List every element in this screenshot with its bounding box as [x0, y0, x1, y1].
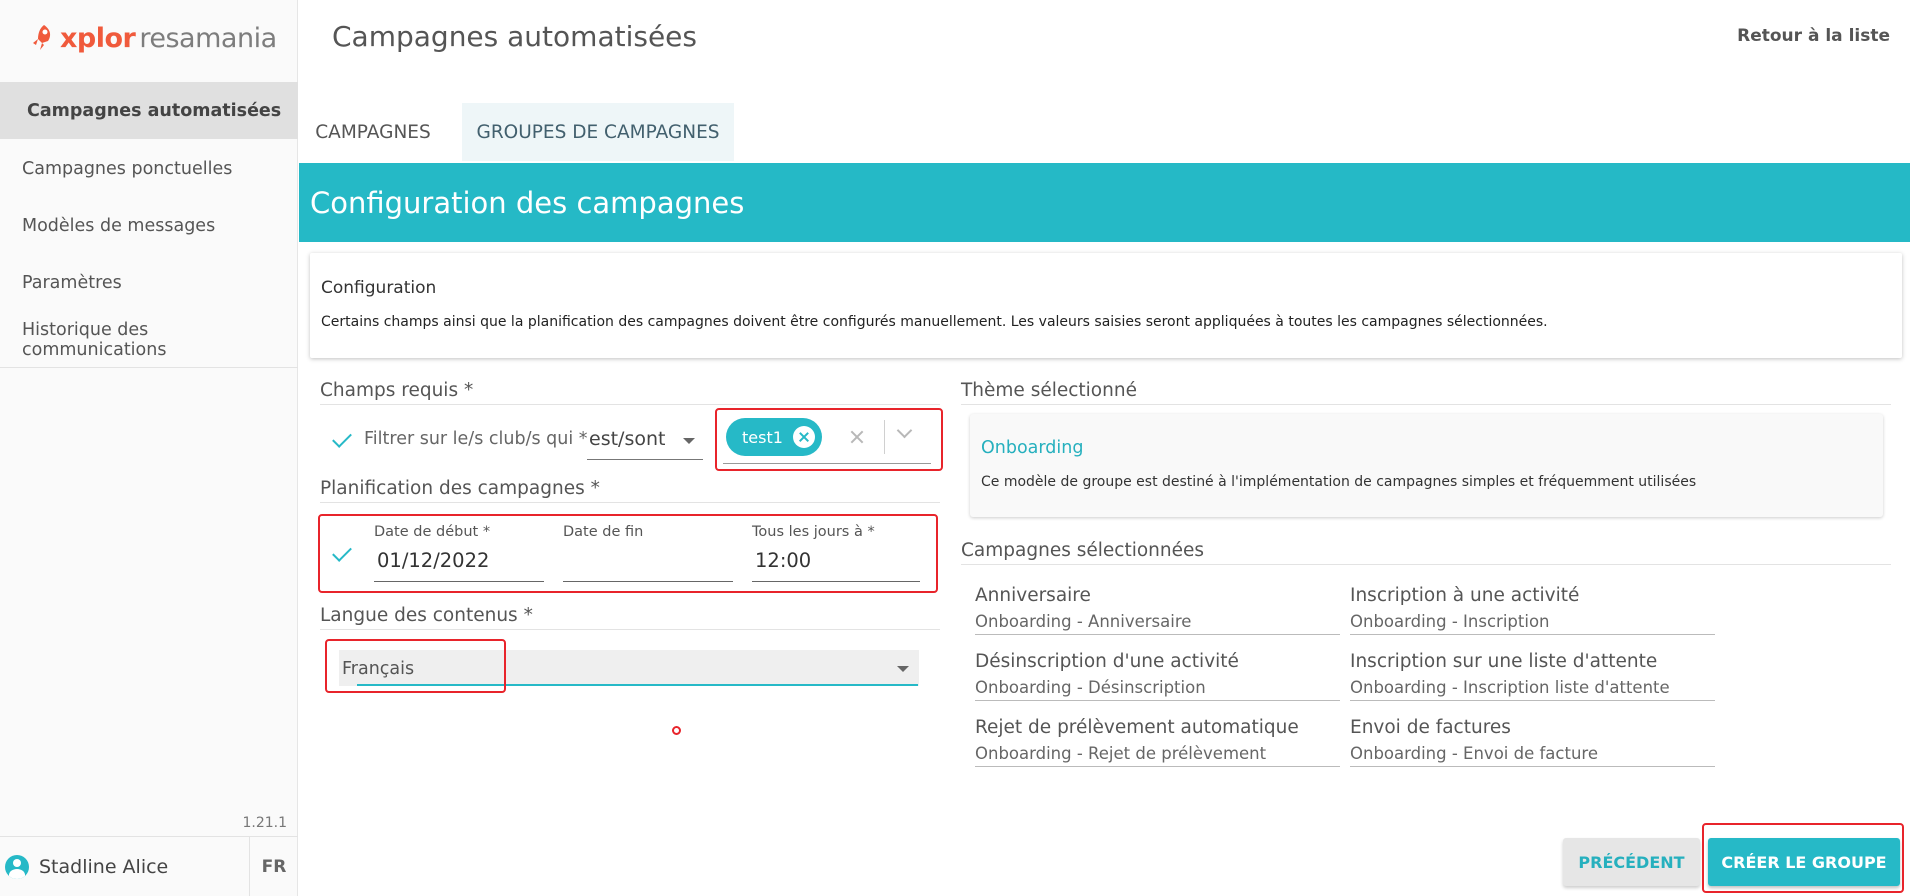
end-date-label: Date de fin: [563, 524, 644, 540]
campaign-item: Désinscription d'une activité Onboarding…: [975, 651, 1340, 701]
content-language-heading: Langue des contenus *: [320, 605, 533, 626]
page-title: Campagnes automatisées: [332, 20, 697, 53]
start-date-underline: [374, 581, 544, 582]
club-select-separator: [884, 420, 885, 454]
club-filter-label: Filtrer sur le/s club/s qui *: [364, 429, 588, 449]
language-switch[interactable]: FR: [250, 857, 298, 877]
sidebar-item-modeles-messages[interactable]: Modèles de messages: [0, 197, 298, 254]
campaign-item: Inscription à une activité Onboarding - …: [1350, 585, 1715, 635]
campaign-template: Onboarding - Envoi de facture: [1350, 744, 1598, 763]
configuration-card: Configuration Certains champs ainsi que …: [310, 253, 1902, 358]
theme-divider: [961, 404, 1891, 405]
end-date-underline: [563, 581, 733, 582]
back-to-list-link[interactable]: Retour à la liste: [1737, 26, 1890, 46]
chip-remove-icon[interactable]: [793, 426, 815, 448]
chevron-down-icon[interactable]: [897, 425, 911, 439]
required-fields-heading: Champs requis *: [320, 380, 474, 401]
campaign-item: Rejet de prélèvement automatique Onboard…: [975, 717, 1340, 767]
schedule-heading: Planification des campagnes *: [320, 478, 600, 499]
section-banner: Configuration des campagnes: [299, 163, 1910, 242]
campaign-item: Anniversaire Onboarding - Anniversaire: [975, 585, 1340, 635]
campaign-title: Inscription sur une liste d'attente: [1350, 651, 1658, 672]
daily-time-label: Tous les jours à *: [752, 524, 875, 540]
caret-down-icon: [683, 438, 695, 444]
start-date-label: Date de début *: [374, 524, 491, 540]
theme-description: Ce modèle de groupe est destiné à l'impl…: [981, 474, 1697, 490]
campaign-title: Rejet de prélèvement automatique: [975, 717, 1299, 738]
campaign-title: Envoi de factures: [1350, 717, 1511, 738]
daily-time-underline: [752, 581, 920, 582]
filter-check-icon: [333, 432, 353, 446]
campaign-item: Envoi de factures Onboarding - Envoi de …: [1350, 717, 1715, 767]
campaign-template: Onboarding - Inscription liste d'attente: [1350, 678, 1670, 697]
start-date-value: 01/12/2022: [377, 549, 490, 572]
sidebar-item-parametres[interactable]: Paramètres: [0, 254, 298, 311]
campaign-template: Onboarding - Inscription: [1350, 612, 1550, 631]
configuration-description: Certains champs ainsi que la planificati…: [321, 314, 1548, 330]
app-root: xplor resamania Campagnes automatisées C…: [0, 0, 1910, 896]
rocket-logo-icon: [33, 25, 51, 50]
logo-text-secondary: resamania: [139, 22, 277, 54]
user-name: Stadline Alice: [39, 855, 169, 878]
annotation-dot: [672, 726, 681, 735]
sidebar-item-campagnes-automatisees[interactable]: Campagnes automatisées: [0, 82, 298, 139]
logo-text-primary: xplor: [60, 22, 136, 54]
campaign-template: Onboarding - Désinscription: [975, 678, 1206, 697]
schedule-check-icon: [333, 546, 353, 560]
previous-button[interactable]: PRÉCÉDENT: [1563, 838, 1700, 886]
configuration-title: Configuration: [321, 278, 437, 298]
clear-icon[interactable]: [849, 429, 865, 445]
sidebar-item-campagnes-ponctuelles[interactable]: Campagnes ponctuelles: [0, 140, 298, 197]
campaign-template: Onboarding - Anniversaire: [975, 612, 1192, 631]
banner-title: Configuration des campagnes: [310, 185, 745, 220]
campaign-title: Inscription à une activité: [1350, 585, 1580, 606]
campaign-title: Anniversaire: [975, 585, 1091, 606]
theme-name: Onboarding: [981, 438, 1084, 458]
user-menu[interactable]: Stadline Alice: [0, 837, 250, 896]
create-group-button[interactable]: CRÉER LE GROUPE: [1708, 838, 1900, 886]
caret-down-icon: [897, 666, 909, 672]
content-language-underline: [357, 684, 918, 686]
daily-time-field[interactable]: Tous les jours à * 12:00: [752, 524, 920, 582]
club-chip[interactable]: test1: [726, 418, 822, 456]
sidebar-divider: [0, 367, 298, 368]
app-version: 1.21.1: [242, 815, 287, 831]
required-fields-divider: [320, 404, 940, 405]
start-date-field[interactable]: Date de début * 01/12/2022: [374, 524, 544, 582]
daily-time-value: 12:00: [755, 549, 812, 572]
campaign-item: Inscription sur une liste d'attente Onbo…: [1350, 651, 1715, 701]
campaign-title: Désinscription d'une activité: [975, 651, 1239, 672]
theme-heading: Thème sélectionné: [961, 380, 1137, 401]
logo[interactable]: xplor resamania: [30, 20, 277, 56]
selected-campaigns-heading: Campagnes sélectionnées: [961, 540, 1205, 561]
campaign-template: Onboarding - Rejet de prélèvement: [975, 744, 1267, 763]
schedule-divider: [320, 502, 940, 503]
end-date-field[interactable]: Date de fin: [563, 524, 733, 582]
club-operator-select[interactable]: est/sont: [587, 422, 703, 460]
theme-card: Onboarding Ce modèle de groupe est desti…: [970, 414, 1883, 517]
club-operator-value: est/sont: [589, 428, 666, 450]
content-language-value: Français: [342, 659, 415, 679]
sidebar: xplor resamania Campagnes automatisées C…: [0, 0, 298, 896]
selected-campaigns-divider: [961, 564, 1891, 565]
tab-campagnes[interactable]: CAMPAGNES: [298, 103, 448, 161]
sidebar-item-historique[interactable]: Historique des communications: [0, 311, 298, 368]
club-multi-select[interactable]: test1: [723, 412, 931, 464]
club-chip-label: test1: [742, 427, 783, 447]
content-language-divider: [320, 629, 940, 630]
user-avatar-icon: [5, 854, 29, 879]
tab-groupes-de-campagnes[interactable]: GROUPES DE CAMPAGNES: [462, 103, 734, 161]
sidebar-footer: Stadline Alice FR: [0, 836, 298, 896]
content-language-select[interactable]: Français: [339, 650, 919, 686]
